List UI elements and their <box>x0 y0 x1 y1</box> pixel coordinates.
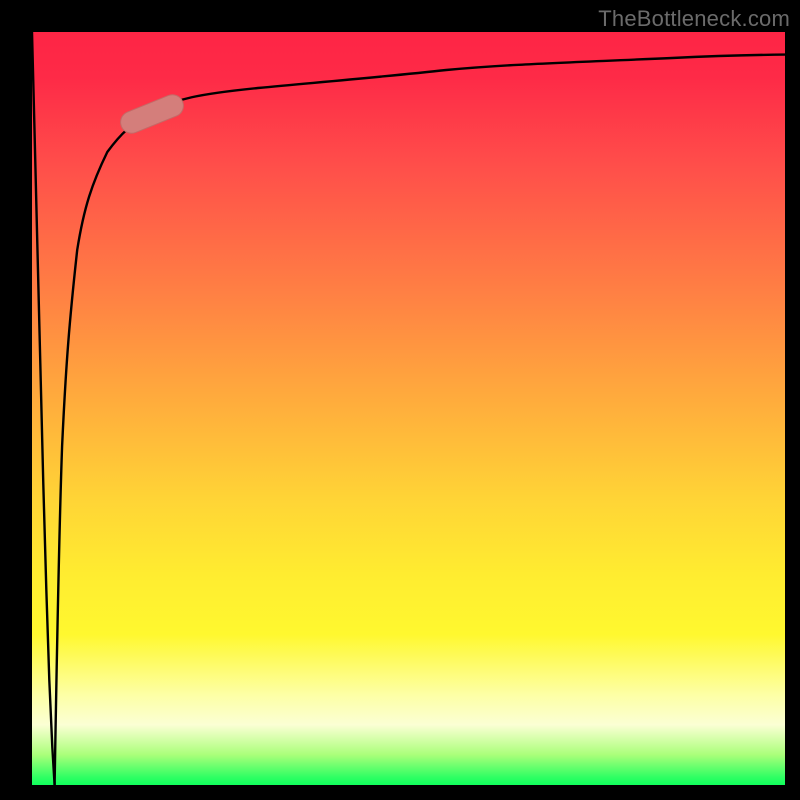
plot-area <box>32 32 785 785</box>
chart-frame: TheBottleneck.com <box>0 0 800 800</box>
watermark-text: TheBottleneck.com <box>598 6 790 32</box>
